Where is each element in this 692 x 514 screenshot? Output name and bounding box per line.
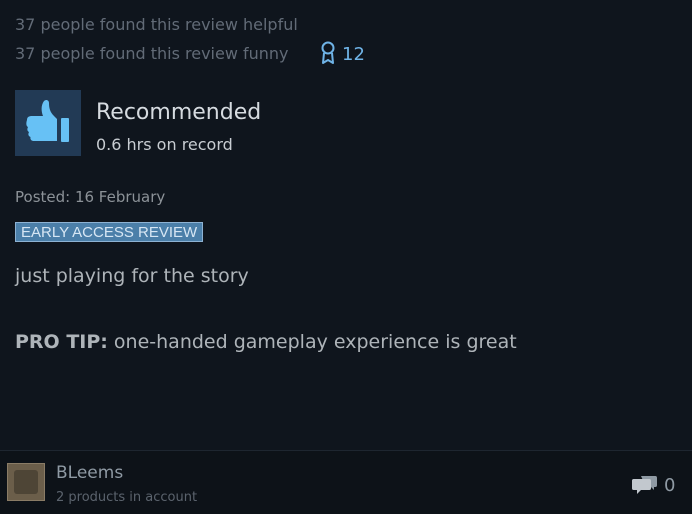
hours-on-record: 0.6 hrs on record [96, 135, 233, 154]
award-count: 12 [342, 44, 365, 65]
avatar[interactable] [7, 463, 45, 501]
posted-date: Posted: 16 February [15, 188, 166, 206]
review-protip-line: PRO TIP: one-handed gameplay experience … [15, 331, 517, 353]
helpful-count-text: 37 people found this review helpful [15, 15, 298, 34]
author-name[interactable]: BLeems [56, 463, 123, 483]
funny-count-text: 37 people found this review funny [15, 44, 289, 63]
recommendation-title[interactable]: Recommended [96, 100, 261, 125]
products-count[interactable]: 2 products in account [56, 490, 197, 505]
author-bar: BLeems 2 products in account 0 [0, 451, 692, 514]
protip-label: PRO TIP: [15, 331, 108, 353]
award-indicator[interactable]: 12 [320, 41, 365, 69]
comment-bubbles-icon [632, 473, 658, 499]
protip-text: one-handed gameplay experience is great [107, 331, 517, 353]
comments-button[interactable]: 0 [632, 473, 675, 499]
review-body-line: just playing for the story [15, 265, 249, 287]
recommendation-thumb[interactable] [15, 90, 81, 156]
award-ribbon-icon [320, 41, 336, 69]
review-card: 37 people found this review helpful 37 p… [0, 0, 692, 514]
early-access-badge: EARLY ACCESS REVIEW [15, 222, 204, 242]
comment-count: 0 [664, 475, 676, 496]
thumbs-up-icon [21, 94, 75, 152]
